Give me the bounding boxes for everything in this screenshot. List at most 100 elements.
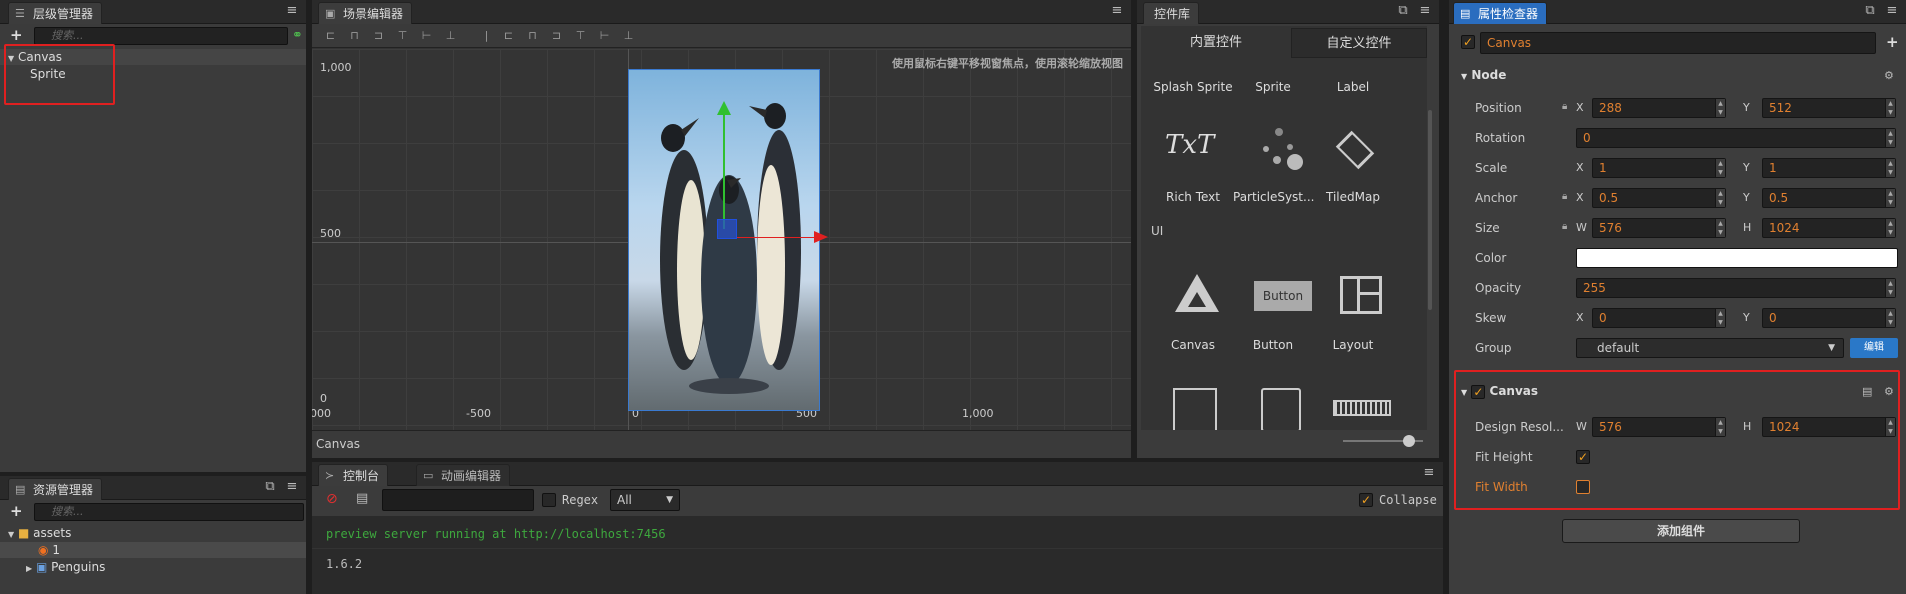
lib-splash-sprite[interactable]: Splash Sprite	[1153, 80, 1233, 94]
align-left-icon[interactable]: ⊏	[324, 29, 337, 42]
align-bottom-icon[interactable]: ⊥	[444, 29, 457, 42]
scene-viewport[interactable]: 1,000 500 0 000 -500 0 500 1,000 使用鼠标右键平…	[312, 49, 1131, 430]
color-swatch[interactable]	[1576, 248, 1898, 268]
tab-builtin-controls[interactable]: 内置控件	[1141, 28, 1291, 58]
stepper-icon[interactable]: ▲ ▼	[1885, 309, 1895, 327]
lib-label[interactable]: Label	[1313, 80, 1393, 94]
hierarchy-menu-icon[interactable]: ≡	[284, 4, 300, 18]
tree-item-penguins[interactable]: ▶ ▣ Penguins	[0, 559, 306, 575]
stepper-icon[interactable]: ▲ ▼	[1715, 309, 1725, 327]
button-icon[interactable]: Button	[1254, 281, 1312, 311]
group-edit-button[interactable]: 编辑	[1850, 338, 1898, 358]
tab-hierarchy[interactable]: ☰ 层级管理器	[8, 2, 103, 24]
add-asset-button[interactable]: +	[10, 503, 23, 519]
skew-x-input[interactable]: 0 ▲ ▼	[1592, 308, 1726, 328]
size-h-input[interactable]: 1024 ▲ ▼	[1762, 218, 1896, 238]
assets-popout-icon[interactable]: ⧉	[262, 480, 278, 494]
align-right-icon[interactable]: ⊐	[372, 29, 385, 42]
lib-canvas[interactable]: Canvas	[1153, 338, 1233, 352]
distribute-bottom-icon[interactable]: ⊥	[622, 29, 635, 42]
scene-menu-icon[interactable]: ≡	[1109, 4, 1125, 18]
inspector-popout-icon[interactable]: ⧉	[1862, 4, 1878, 18]
node-active-checkbox[interactable]: ✓	[1461, 35, 1475, 49]
tiledmap-icon[interactable]	[1335, 130, 1375, 170]
scrollview-icon[interactable]	[1173, 388, 1217, 430]
gizmo-center-handle[interactable]	[717, 219, 737, 239]
console-menu-icon[interactable]: ≡	[1421, 466, 1437, 480]
tab-custom-controls[interactable]: 自定义控件	[1291, 28, 1427, 58]
align-middle-icon[interactable]: ⊢	[420, 29, 433, 42]
align-center-icon[interactable]: ⊓	[348, 29, 361, 42]
stepper-icon[interactable]: ▲ ▼	[1885, 279, 1895, 297]
hierarchy-search-input[interactable]: 搜索...	[34, 27, 288, 45]
tree-item-assets[interactable]: ▼ ■ assets	[0, 525, 306, 541]
node-name-input[interactable]: Canvas	[1480, 32, 1876, 54]
gizmo-y-arrow-icon[interactable]	[717, 101, 731, 115]
lib-button[interactable]: Button	[1233, 338, 1313, 352]
console-log-area[interactable]: preview server running at http://localho…	[312, 516, 1443, 594]
log-level-select[interactable]: All ▼	[610, 489, 680, 511]
assets-menu-icon[interactable]: ≡	[284, 480, 300, 494]
lib-particle-system[interactable]: ParticleSyst...	[1233, 190, 1314, 204]
add-icon[interactable]: +	[1886, 33, 1899, 51]
assets-search-input[interactable]: 搜索...	[34, 503, 304, 521]
library-popout-icon[interactable]: ⧉	[1395, 4, 1411, 18]
stepper-icon[interactable]: ▲ ▼	[1885, 219, 1895, 237]
progressbar-icon[interactable]	[1333, 400, 1391, 416]
tab-assets[interactable]: ▤ 资源管理器	[8, 478, 103, 500]
zoom-slider[interactable]	[1343, 435, 1423, 447]
add-node-button[interactable]: +	[10, 27, 23, 43]
size-lock-icon[interactable]: 🔒︎	[1562, 221, 1567, 232]
scale-x-input[interactable]: 1 ▲ ▼	[1592, 158, 1726, 178]
tab-scene[interactable]: ▣ 场景编辑器	[318, 2, 413, 24]
tree-item-file-1[interactable]: ◉ 1	[0, 542, 306, 558]
node-gear-icon[interactable]: ⚙	[1884, 69, 1894, 82]
pageview-icon[interactable]	[1261, 388, 1301, 430]
distribute-middle-icon[interactable]: ⊢	[598, 29, 611, 42]
collapse-checkbox[interactable]: ✓	[1359, 493, 1373, 507]
console-filter-input[interactable]	[382, 489, 534, 511]
distribute-top-icon[interactable]: ⊤	[574, 29, 587, 42]
lib-sprite[interactable]: Sprite	[1233, 80, 1313, 94]
link-icon[interactable]: ⚭	[292, 28, 303, 43]
tab-library[interactable]: 控件库	[1143, 2, 1200, 24]
rich-text-icon[interactable]: TxT	[1165, 130, 1214, 160]
stepper-icon[interactable]: ▲ ▼	[1715, 219, 1725, 237]
lib-tiledmap[interactable]: TiledMap	[1313, 190, 1393, 204]
lib-layout[interactable]: Layout	[1313, 338, 1393, 352]
anchor-lock-icon[interactable]: 🔒︎	[1562, 191, 1567, 202]
align-top-icon[interactable]: ⊤	[396, 29, 409, 42]
stepper-icon[interactable]: ▲ ▼	[1885, 159, 1895, 177]
stepper-icon[interactable]: ▲ ▼	[1885, 99, 1895, 117]
skew-y-input[interactable]: 0 ▲ ▼	[1762, 308, 1896, 328]
stepper-icon[interactable]: ▲ ▼	[1715, 159, 1725, 177]
regex-checkbox[interactable]	[542, 493, 556, 507]
rotation-input[interactable]: 0 ▲ ▼	[1576, 128, 1896, 148]
distribute-right-icon[interactable]: ⊐	[550, 29, 563, 42]
group-select[interactable]: default ▼	[1576, 338, 1844, 358]
distribute-center-icon[interactable]: ⊓	[526, 29, 539, 42]
particle-icon[interactable]	[1259, 126, 1309, 172]
lib-rich-text[interactable]: Rich Text	[1153, 190, 1233, 204]
tab-inspector[interactable]: ▤ 属性检查器	[1453, 2, 1548, 24]
gizmo-x-arrow-icon[interactable]	[814, 231, 828, 243]
library-scrollbar[interactable]	[1428, 110, 1432, 310]
scale-y-input[interactable]: 1 ▲ ▼	[1762, 158, 1896, 178]
zoom-slider-thumb[interactable]	[1403, 435, 1415, 447]
clear-console-icon[interactable]: ⊘	[326, 491, 338, 507]
position-x-input[interactable]: 288 ▲ ▼	[1592, 98, 1726, 118]
size-w-input[interactable]: 576 ▲ ▼	[1592, 218, 1726, 238]
anchor-y-input[interactable]: 0.5 ▲ ▼	[1762, 188, 1896, 208]
stepper-icon[interactable]: ▲ ▼	[1715, 189, 1725, 207]
stepper-icon[interactable]: ▲ ▼	[1885, 189, 1895, 207]
distribute-left-icon[interactable]: ⊏	[502, 29, 515, 42]
position-lock-icon[interactable]: 🔒︎	[1562, 101, 1567, 112]
inspector-menu-icon[interactable]: ≡	[1884, 4, 1900, 18]
stepper-icon[interactable]: ▲ ▼	[1885, 129, 1895, 147]
position-y-input[interactable]: 512 ▲ ▼	[1762, 98, 1896, 118]
tab-console[interactable]: ≻ 控制台	[318, 464, 389, 486]
node-section-header[interactable]: ▼ Node	[1461, 68, 1506, 82]
log-line-version[interactable]: 1.6.2	[326, 557, 362, 571]
open-log-icon[interactable]: ▤	[356, 491, 368, 506]
tab-animation-editor[interactable]: ▭ 动画编辑器	[416, 464, 511, 486]
